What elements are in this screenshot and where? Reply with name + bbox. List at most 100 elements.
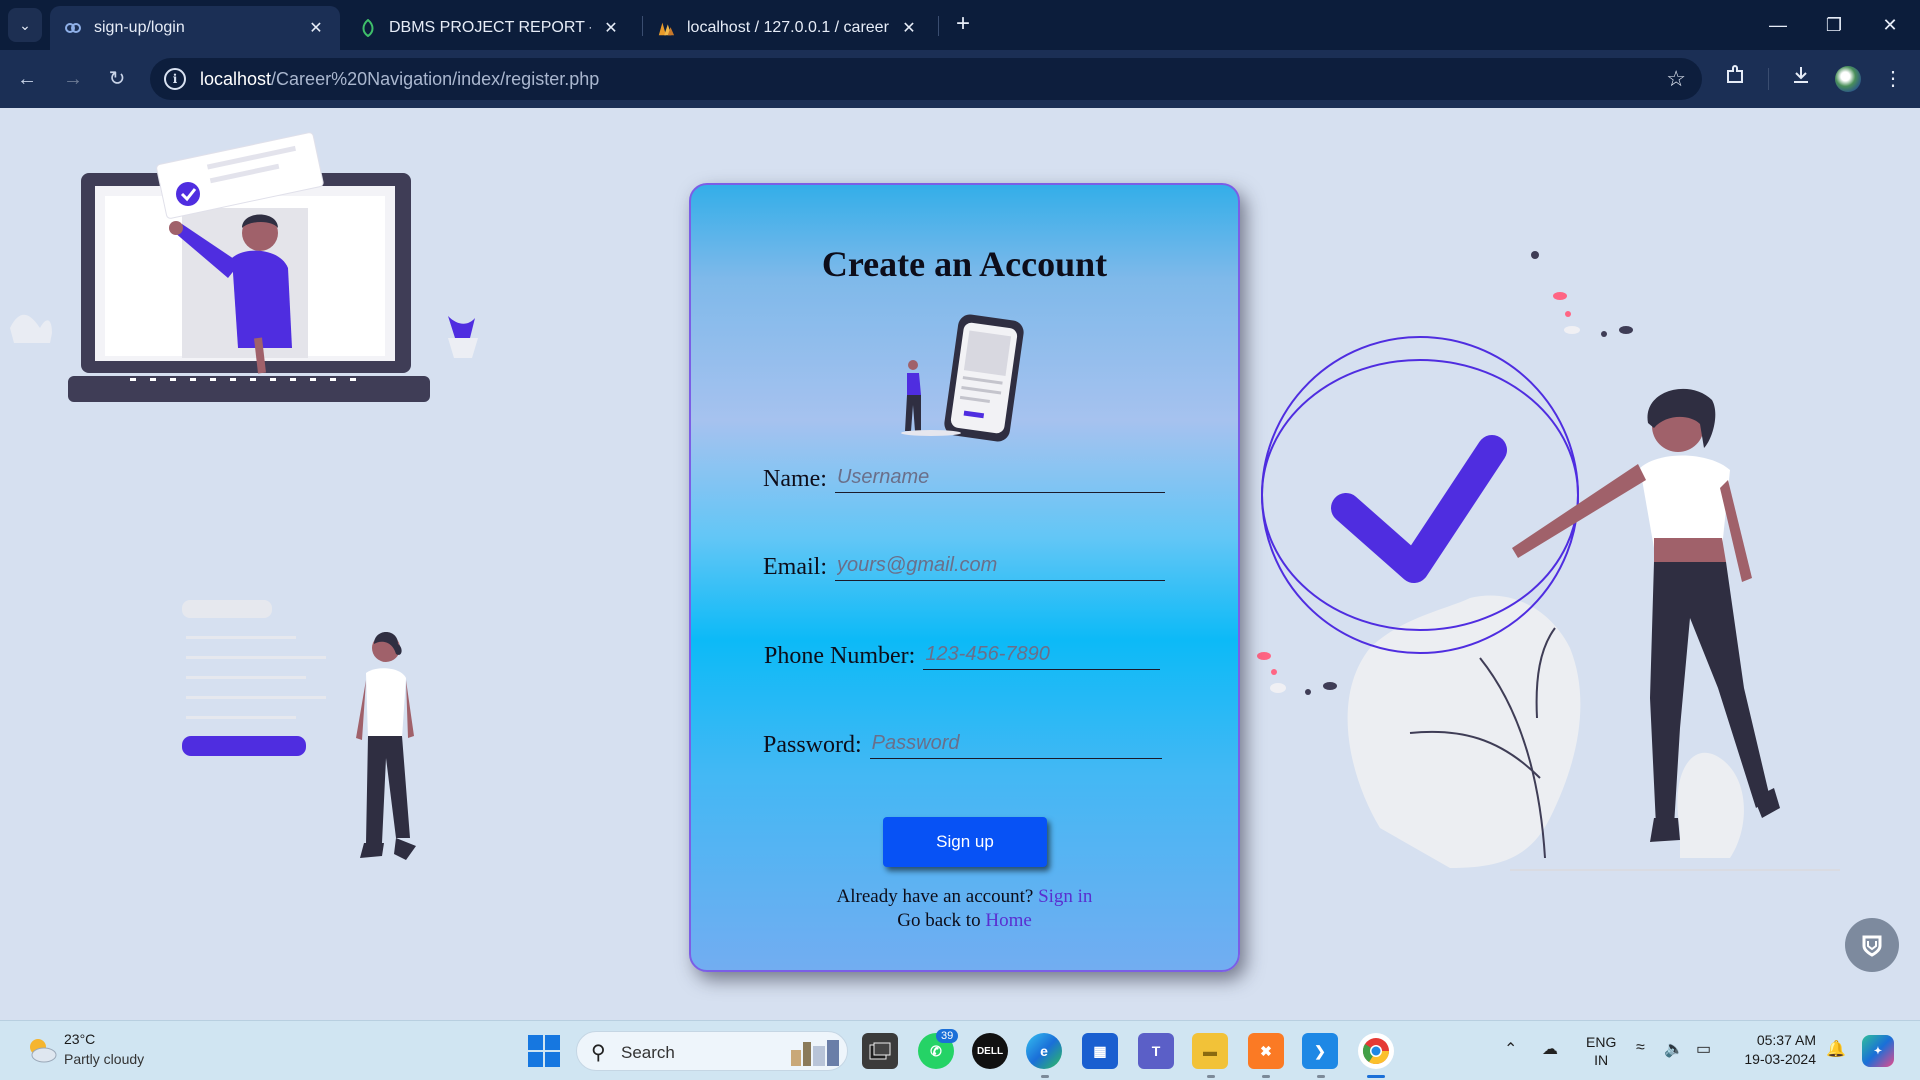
laptop-person-illustration	[10, 132, 478, 402]
site-info-icon[interactable]: i	[164, 68, 186, 90]
whatsapp-badge: 39	[936, 1029, 959, 1043]
new-tab-button[interactable]: +	[950, 12, 976, 38]
site-favicon-icon	[64, 19, 82, 37]
search-highlight-art-icon	[791, 1040, 839, 1066]
phone-input[interactable]	[923, 640, 1161, 670]
weather-description[interactable]: Partly cloudy	[64, 1051, 144, 1067]
chrome-icon	[1362, 1038, 1390, 1065]
file-explorer-app[interactable]: ▬	[1192, 1033, 1228, 1069]
battery-tray[interactable]: ▭	[1696, 1039, 1711, 1059]
auth-links: Already have an account? Sign in Go back…	[691, 885, 1238, 933]
wifi-tray[interactable]: ≈	[1636, 1039, 1645, 1057]
close-icon[interactable]: ✕	[601, 18, 621, 38]
windows-logo-tile	[528, 1052, 543, 1067]
signin-link[interactable]: Sign in	[1038, 886, 1092, 907]
app-active-indicator	[1367, 1075, 1385, 1078]
tab-phpmyadmin[interactable]: localhost / 127.0.0.1 / career / jc ✕	[643, 6, 933, 50]
forward-button[interactable]: →	[58, 64, 88, 94]
close-window-button[interactable]: ✕	[1870, 10, 1910, 40]
edge-app[interactable]: e	[1026, 1033, 1062, 1069]
xampp-app[interactable]: ✖	[1248, 1033, 1284, 1069]
home-link[interactable]: Home	[985, 910, 1031, 931]
app-running-indicator	[1041, 1075, 1049, 1078]
bell-icon: 🔔	[1826, 1041, 1846, 1058]
task-view-button[interactable]	[862, 1033, 898, 1069]
clock-time: 05:37 AM	[1756, 1032, 1816, 1048]
volume-tray[interactable]: 🔈	[1664, 1039, 1684, 1059]
url-host: localhost	[200, 68, 272, 89]
close-icon[interactable]: ✕	[306, 18, 326, 38]
more-vertical-icon: ⋮	[1883, 68, 1903, 90]
clock-date: 19-03-2024	[1744, 1051, 1816, 1067]
phone-label: Phone Number:	[764, 643, 916, 669]
tab-divider	[938, 16, 939, 36]
chat-widget-button[interactable]	[1845, 918, 1899, 972]
dell-app[interactable]: DELL	[972, 1033, 1008, 1069]
language-indicator[interactable]: ENG IN	[1586, 1033, 1616, 1069]
plus-icon: +	[955, 10, 970, 37]
close-icon[interactable]: ✕	[899, 18, 919, 38]
signup-card: Create an Account Name: Email: Phone Num…	[689, 183, 1240, 972]
restore-button[interactable]: ❐	[1814, 10, 1854, 40]
store-icon: ▦	[1093, 1042, 1107, 1059]
downloads-button[interactable]	[1786, 64, 1816, 94]
edge-icon: e	[1040, 1043, 1048, 1059]
tab-title: localhost / 127.0.0.1 / career / jc	[687, 19, 889, 36]
tab-search-button[interactable]: ⌄	[8, 8, 42, 42]
leaf-favicon-icon	[359, 19, 377, 37]
phone-person-illustration	[901, 314, 1024, 442]
store-app[interactable]: ▦	[1082, 1033, 1118, 1069]
menu-button[interactable]: ⋮	[1878, 64, 1908, 94]
woman-form-illustration	[182, 600, 416, 860]
copilot-icon: ✦	[1873, 1045, 1883, 1057]
email-input[interactable]	[834, 551, 1165, 581]
start-button[interactable]	[528, 1035, 560, 1067]
email-field: Email:	[763, 551, 1165, 581]
tab-title: sign-up/login	[94, 19, 185, 36]
weather-partly-cloudy-icon[interactable]	[24, 1033, 58, 1067]
back-button[interactable]: ←	[12, 64, 42, 94]
chrome-app[interactable]	[1358, 1033, 1394, 1069]
onedrive-tray[interactable]: ☁	[1542, 1039, 1558, 1059]
windows-logo-tile	[545, 1035, 560, 1050]
weather-temperature[interactable]: 23°C	[64, 1031, 95, 1047]
battery-icon: ▭	[1696, 1041, 1712, 1058]
reload-button[interactable]: ↻	[102, 64, 132, 94]
tab-signup-login[interactable]: sign-up/login ✕	[50, 6, 340, 50]
password-field: Password:	[763, 729, 1162, 759]
app-running-indicator	[1207, 1075, 1215, 1078]
home-prompt: Go back to	[897, 910, 981, 931]
vscode-app[interactable]: ❯	[1302, 1033, 1338, 1069]
notifications-button[interactable]: 🔔	[1826, 1039, 1846, 1059]
system-clock[interactable]: 05:37 AM 19-03-2024	[1732, 1031, 1816, 1069]
arrow-right-icon: →	[63, 68, 83, 90]
shield-icon	[1862, 935, 1882, 957]
minimize-button[interactable]: —	[1758, 10, 1798, 40]
home-row: Go back to Home	[691, 909, 1238, 933]
show-hidden-icons-button[interactable]: ⌃	[1504, 1039, 1517, 1059]
profile-avatar[interactable]	[1835, 66, 1861, 92]
bookmark-star-icon[interactable]: ☆	[1666, 66, 1686, 92]
reload-icon: ↻	[108, 68, 126, 90]
password-input[interactable]	[869, 729, 1162, 759]
teams-icon: T	[1151, 1043, 1161, 1059]
signup-button[interactable]: Sign up	[883, 817, 1047, 867]
search-icon: ⚲	[591, 1042, 606, 1064]
restore-icon: ❐	[1825, 15, 1843, 35]
username-input[interactable]	[834, 463, 1165, 493]
chevron-up-icon: ⌃	[1504, 1041, 1518, 1058]
phone-field: Phone Number:	[764, 640, 1161, 670]
tab-dbms-report[interactable]: DBMS PROJECT REPORT - Onlin ✕	[345, 6, 635, 50]
windows-logo-tile	[528, 1035, 543, 1050]
name-field: Name:	[763, 463, 1165, 493]
close-icon: ✕	[1882, 15, 1898, 35]
address-bar[interactable]: i localhost/Career%20Navigation/index/re…	[150, 58, 1702, 100]
minimize-icon: —	[1769, 15, 1787, 35]
search-placeholder: Search	[621, 1043, 675, 1062]
extensions-button[interactable]	[1720, 64, 1750, 94]
phpmyadmin-favicon-icon	[657, 19, 675, 37]
taskbar-search[interactable]: ⚲ Search	[576, 1031, 848, 1071]
copilot-button[interactable]: ✦	[1862, 1035, 1894, 1067]
teams-app[interactable]: T	[1138, 1033, 1174, 1069]
app-running-indicator	[1262, 1075, 1270, 1078]
